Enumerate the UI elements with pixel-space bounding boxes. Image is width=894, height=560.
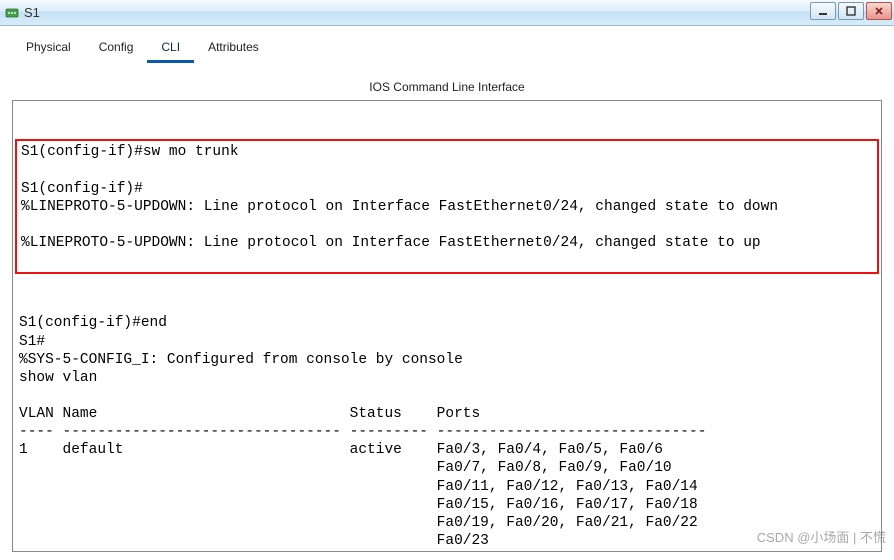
app-icon: [4, 5, 20, 21]
terminal-line: ---- -------------------------------- --…: [19, 423, 875, 441]
terminal-line: Fa0/23: [19, 532, 875, 550]
window-title: S1: [24, 5, 40, 20]
terminal-line: Fa0/19, Fa0/20, Fa0/21, Fa0/22: [19, 514, 875, 532]
terminal-line: S1(config-if)#: [21, 180, 873, 198]
terminal-line: [19, 387, 875, 405]
terminal-line: [21, 216, 873, 234]
terminal-line: %SYS-5-CONFIG_I: Configured from console…: [19, 351, 875, 369]
panel-title: IOS Command Line Interface: [12, 80, 882, 94]
cli-terminal[interactable]: S1(config-if)#sw mo trunk S1(config-if)#…: [12, 100, 882, 552]
tab-physical[interactable]: Physical: [12, 34, 85, 63]
terminal-line: [21, 161, 873, 179]
terminal-line: show vlan: [19, 369, 875, 387]
cli-panel: IOS Command Line Interface S1(config-if)…: [8, 72, 886, 552]
maximize-button[interactable]: [838, 2, 864, 20]
content-area: Physical Config CLI Attributes IOS Comma…: [0, 26, 894, 560]
terminal-line: S1(config-if)#sw mo trunk: [21, 143, 873, 161]
terminal-line: Fa0/15, Fa0/16, Fa0/17, Fa0/18: [19, 496, 875, 514]
terminal-line: Fa0/7, Fa0/8, Fa0/9, Fa0/10: [19, 459, 875, 477]
tab-attributes[interactable]: Attributes: [194, 34, 273, 63]
terminal-line: %LINEPROTO-5-UPDOWN: Line protocol on In…: [21, 198, 873, 216]
terminal-line: VLAN Name Status Ports: [19, 405, 875, 423]
window-titlebar: S1: [0, 0, 894, 26]
terminal-line: S1#: [19, 333, 875, 351]
terminal-line: %LINEPROTO-5-UPDOWN: Line protocol on In…: [21, 234, 873, 252]
tab-config[interactable]: Config: [85, 34, 148, 63]
cli-body-block: S1(config-if)#endS1#%SYS-5-CONFIG_I: Con…: [19, 314, 875, 552]
terminal-line: [21, 252, 873, 270]
tab-bar: Physical Config CLI Attributes: [8, 34, 886, 64]
minimize-button[interactable]: [810, 2, 836, 20]
close-button[interactable]: [866, 2, 892, 20]
cli-highlighted-block: S1(config-if)#sw mo trunk S1(config-if)#…: [15, 139, 879, 274]
terminal-line: Fa0/11, Fa0/12, Fa0/13, Fa0/14: [19, 478, 875, 496]
terminal-line: S1(config-if)#end: [19, 314, 875, 332]
terminal-line: 1 default active Fa0/3, Fa0/4, Fa0/5, Fa…: [19, 441, 875, 459]
tab-cli[interactable]: CLI: [147, 34, 194, 63]
window-controls: [810, 2, 892, 20]
